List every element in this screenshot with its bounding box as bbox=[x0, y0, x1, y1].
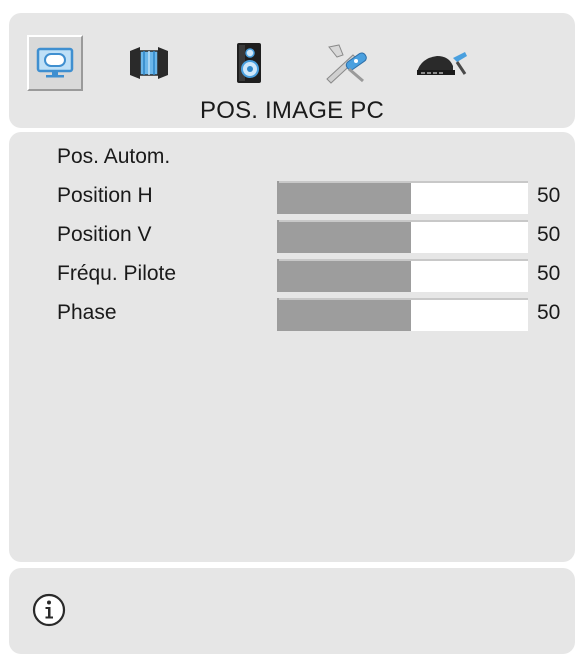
menu-item-phase[interactable]: Phase 50 bbox=[9, 297, 575, 331]
speaker-icon bbox=[237, 43, 261, 83]
tab-settings[interactable] bbox=[319, 35, 375, 91]
slider-value: 50 bbox=[537, 184, 561, 207]
tab-sound[interactable] bbox=[221, 35, 277, 91]
phase-slider[interactable] bbox=[277, 298, 528, 331]
monitor-icon bbox=[36, 47, 74, 78]
menu-item-label: Fréqu. Pilote bbox=[57, 262, 177, 285]
position-h-slider[interactable] bbox=[277, 181, 528, 214]
slider-fill bbox=[279, 300, 411, 331]
menu-item-position-v[interactable]: Position V 50 bbox=[9, 219, 575, 253]
tab-picture[interactable] bbox=[121, 35, 177, 91]
slider-value: 50 bbox=[537, 301, 561, 324]
menu-item-label: Position V bbox=[57, 223, 152, 246]
position-v-slider[interactable] bbox=[277, 220, 528, 253]
slider-value: 50 bbox=[537, 262, 561, 285]
slider-fill bbox=[279, 261, 411, 292]
tools-icon bbox=[326, 44, 367, 84]
menu-item-pos-autom[interactable]: Pos. Autom. bbox=[9, 141, 575, 175]
menu-footer bbox=[9, 568, 575, 654]
menu-item-label: Pos. Autom. bbox=[57, 145, 171, 168]
tab-channels[interactable] bbox=[413, 35, 469, 91]
menu-item-frequ-pilote[interactable]: Fréqu. Pilote 50 bbox=[9, 258, 575, 292]
info-icon[interactable] bbox=[31, 592, 67, 628]
slider-fill bbox=[279, 183, 411, 214]
slider-value: 50 bbox=[537, 223, 561, 246]
menu-title: POS. IMAGE PC bbox=[200, 97, 384, 124]
menu-body: Pos. Autom. Position H 50 Position V 50 … bbox=[9, 132, 575, 562]
menu-item-label: Position H bbox=[57, 184, 153, 207]
satellite-dish-icon bbox=[417, 52, 467, 75]
picture-adjust-icon bbox=[130, 47, 168, 79]
menu-item-label: Phase bbox=[57, 301, 117, 324]
tab-picture-position[interactable] bbox=[27, 35, 83, 91]
menu-item-position-h[interactable]: Position H 50 bbox=[9, 180, 575, 214]
frequ-pilote-slider[interactable] bbox=[277, 259, 528, 292]
menu-header: POS. IMAGE PC bbox=[9, 13, 575, 128]
slider-fill bbox=[279, 222, 411, 253]
